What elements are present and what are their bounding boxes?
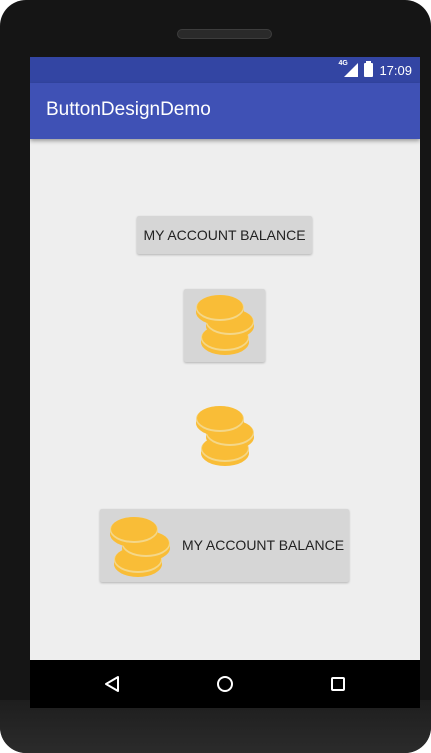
device-screen: 4G 17:09 ButtonDesignDemo MY ACCOUNT BAL… (30, 57, 420, 660)
navigation-bar (30, 660, 420, 708)
account-balance-image-button[interactable] (184, 289, 265, 362)
account-balance-text-button[interactable]: MY ACCOUNT BALANCE (137, 216, 312, 254)
coins-icon (110, 517, 170, 577)
account-balance-icon-text-button[interactable]: MY ACCOUNT BALANCE (100, 509, 349, 582)
status-bar: 4G 17:09 (30, 57, 420, 83)
account-balance-combo-label: MY ACCOUNT BALANCE (182, 537, 345, 553)
coins-icon (195, 294, 254, 355)
coins-image[interactable] (190, 400, 260, 470)
earpiece-speaker (177, 29, 272, 39)
signal-icon: 4G (338, 60, 359, 78)
back-button[interactable] (98, 670, 126, 698)
status-icons: 4G 17:09 (338, 60, 412, 79)
account-balance-button-label: MY ACCOUNT BALANCE (143, 227, 306, 243)
recents-button[interactable] (324, 670, 352, 698)
back-icon (105, 676, 119, 692)
app-toolbar: ButtonDesignDemo (30, 83, 420, 139)
app-title: ButtonDesignDemo (46, 99, 211, 120)
recents-icon (331, 677, 345, 691)
battery-icon (364, 61, 374, 77)
coins-icon (196, 406, 254, 466)
status-clock: 17:09 (379, 62, 412, 78)
home-icon (217, 676, 233, 692)
home-button[interactable] (211, 670, 239, 698)
phone-frame: 4G 17:09 ButtonDesignDemo MY ACCOUNT BAL… (0, 0, 431, 753)
